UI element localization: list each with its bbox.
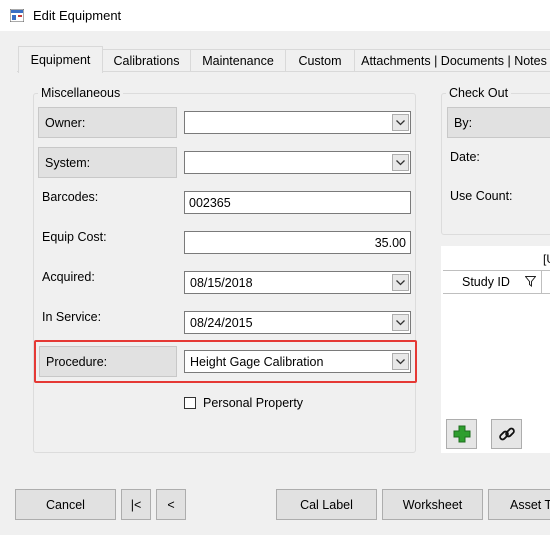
personal-property-checkbox[interactable] bbox=[184, 397, 196, 409]
tab-custom[interactable]: Custom bbox=[285, 49, 355, 71]
miscellaneous-title: Miscellaneous bbox=[38, 86, 124, 100]
acquired-label: Acquired: bbox=[42, 270, 95, 284]
filter-icon[interactable] bbox=[525, 276, 536, 287]
checkout-date-label: Date: bbox=[450, 150, 480, 164]
equip-cost-field[interactable]: 35.00 bbox=[184, 231, 411, 254]
barcodes-value: 002365 bbox=[189, 195, 231, 210]
system-dropdown[interactable] bbox=[184, 151, 411, 174]
link-icon bbox=[498, 427, 515, 441]
equip-cost-value: 35.00 bbox=[374, 235, 406, 250]
check-out-title: Check Out bbox=[446, 86, 512, 100]
owner-label[interactable]: Owner: bbox=[38, 107, 177, 138]
in-service-date-picker[interactable]: 08/24/2015 bbox=[184, 311, 411, 334]
grid-top-label: [U bbox=[543, 252, 550, 266]
grid-header-row: Study ID bbox=[443, 270, 550, 294]
first-record-button[interactable]: |< bbox=[121, 489, 151, 520]
tab-maintenance[interactable]: Maintenance bbox=[190, 49, 286, 71]
tab-equipment[interactable]: Equipment bbox=[18, 46, 103, 73]
acquired-value: 08/15/2018 bbox=[190, 275, 253, 290]
checkout-use-count-label: Use Count: bbox=[450, 189, 513, 203]
in-service-label: In Service: bbox=[42, 310, 102, 324]
equip-cost-label: Equip Cost: bbox=[42, 230, 107, 244]
tab-attachments[interactable]: Attachments | Documents | Notes bbox=[354, 49, 550, 71]
in-service-value: 08/24/2015 bbox=[190, 315, 253, 330]
procedure-value: Height Gage Calibration bbox=[190, 354, 324, 369]
barcodes-label: Barcodes: bbox=[42, 190, 99, 204]
chevron-down-icon[interactable] bbox=[392, 314, 409, 331]
chevron-down-icon[interactable] bbox=[392, 353, 409, 370]
cal-label-button[interactable]: Cal Label bbox=[276, 489, 377, 520]
procedure-dropdown[interactable]: Height Gage Calibration bbox=[184, 350, 411, 373]
barcodes-field[interactable]: 002365 bbox=[184, 191, 411, 214]
chevron-down-icon[interactable] bbox=[392, 154, 409, 171]
study-id-header-text: Study ID bbox=[462, 275, 510, 289]
add-study-button[interactable] bbox=[446, 419, 477, 449]
personal-property-label[interactable]: Personal Property bbox=[203, 396, 303, 410]
chevron-down-icon[interactable] bbox=[392, 274, 409, 291]
app-window-icon bbox=[10, 9, 24, 22]
cancel-button[interactable]: Cancel bbox=[15, 489, 116, 520]
acquired-date-picker[interactable]: 08/15/2018 bbox=[184, 271, 411, 294]
link-study-button[interactable] bbox=[491, 419, 522, 449]
plus-icon bbox=[453, 425, 470, 443]
window-title: Edit Equipment bbox=[33, 8, 122, 23]
previous-record-button[interactable]: < bbox=[156, 489, 186, 520]
worksheet-button[interactable]: Worksheet bbox=[382, 489, 483, 520]
title-bar: Edit Equipment bbox=[0, 0, 550, 31]
tab-calibrations[interactable]: Calibrations bbox=[102, 49, 191, 71]
checkout-by-label[interactable]: By: bbox=[447, 107, 550, 138]
owner-dropdown[interactable] bbox=[184, 111, 411, 134]
procedure-label[interactable]: Procedure: bbox=[39, 346, 177, 377]
asset-tag-button[interactable]: Asset Ta bbox=[488, 489, 550, 520]
chevron-down-icon[interactable] bbox=[392, 114, 409, 131]
system-label[interactable]: System: bbox=[38, 147, 177, 178]
